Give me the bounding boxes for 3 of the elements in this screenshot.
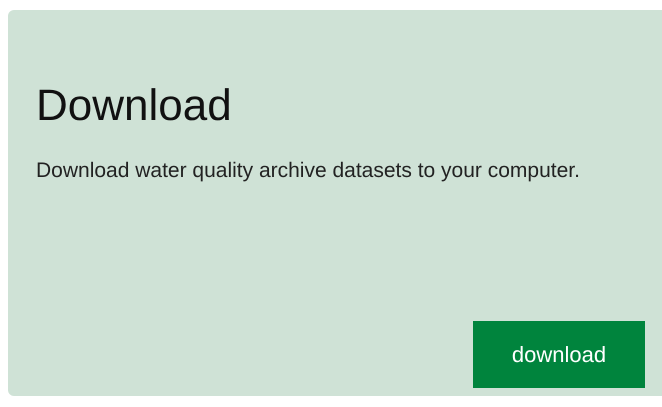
card-description: Download water quality archive datasets to your computer. [36,158,581,184]
card-title: Download [36,80,232,132]
download-button[interactable]: download [473,321,645,388]
